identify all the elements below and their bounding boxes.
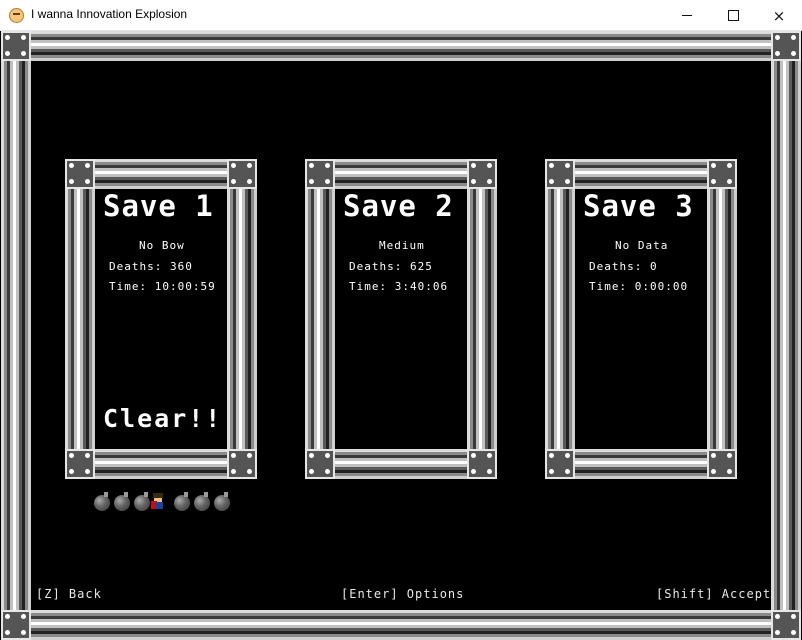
slot-corner-bolt <box>305 449 335 479</box>
window-title-bar: I wanna Innovation Explosion × <box>0 0 802 31</box>
save-slot-2[interactable]: Save 2 Medium Deaths: 625 Time: 3:40:06 <box>305 159 497 479</box>
save-time: Time: 10:00:59 <box>109 280 216 293</box>
slot-corner-bolt <box>467 449 497 479</box>
slot-frame-left <box>545 159 575 479</box>
bomb-icon <box>174 492 190 511</box>
slot-corner-bolt <box>65 449 95 479</box>
outer-frame-bottom <box>1 610 801 640</box>
save-time: Time: 0:00:00 <box>589 280 689 293</box>
outer-frame-top <box>1 31 801 61</box>
save-slot-1[interactable]: Save 1 No Bow Deaths: 360 Time: 10:00:59… <box>65 159 257 479</box>
outer-frame-left <box>1 31 31 640</box>
minimize-button[interactable] <box>664 0 710 31</box>
save-deaths: Deaths: 0 <box>589 260 658 273</box>
close-icon: × <box>772 6 786 25</box>
bomb-icon <box>114 492 130 511</box>
slot-corner-bolt <box>65 159 95 189</box>
options-hint[interactable]: [Enter] Options <box>341 587 464 601</box>
maximize-button[interactable] <box>710 0 756 31</box>
outer-frame-right <box>771 31 801 640</box>
bomb-icon <box>214 492 230 511</box>
slot-corner-bolt <box>707 159 737 189</box>
bomb-icon <box>194 492 210 511</box>
bomb-icon <box>94 492 110 511</box>
save-slot-3[interactable]: Save 3 No Data Deaths: 0 Time: 0:00:00 <box>545 159 737 479</box>
slot-corner-bolt <box>467 159 497 189</box>
slot-corner-bolt <box>227 449 257 479</box>
slot-corner-bolt <box>545 449 575 479</box>
back-hint[interactable]: [Z] Back <box>36 587 102 601</box>
minimize-icon <box>682 15 692 16</box>
save-deaths: Deaths: 625 <box>349 260 433 273</box>
slot-frame-right <box>707 159 737 479</box>
game-screen: Save 1 No Bow Deaths: 360 Time: 10:00:59… <box>1 31 801 640</box>
app-face-icon <box>9 8 24 23</box>
accept-hint[interactable]: [Shift] Accept <box>656 587 771 601</box>
slot-frame-left <box>305 159 335 479</box>
save-difficulty: No Data <box>615 239 669 252</box>
frame-corner-bolt <box>1 31 31 61</box>
save-title: Save 3 <box>583 189 694 223</box>
save-difficulty: Medium <box>379 239 425 252</box>
frame-corner-bolt <box>1 610 31 640</box>
slot-frame-right <box>227 159 257 479</box>
frame-corner-bolt <box>771 31 801 61</box>
save-1-item-row <box>94 492 234 513</box>
slot-corner-bolt <box>227 159 257 189</box>
slot-corner-bolt <box>305 159 335 189</box>
maximize-icon <box>727 10 739 21</box>
slot-corner-bolt <box>545 159 575 189</box>
save-time: Time: 3:40:06 <box>349 280 449 293</box>
save-difficulty: No Bow <box>139 239 185 252</box>
window-title: I wanna Innovation Explosion <box>31 7 188 21</box>
slot-corner-bolt <box>707 449 737 479</box>
close-button[interactable]: × <box>756 0 802 31</box>
bomb-icon <box>134 492 150 511</box>
slot-frame-left <box>65 159 95 479</box>
save-deaths: Deaths: 360 <box>109 260 193 273</box>
save-title: Save 2 <box>343 189 454 223</box>
save-clear-status: Clear!! <box>103 404 223 433</box>
kid-character-icon <box>151 493 165 509</box>
frame-corner-bolt <box>771 610 801 640</box>
save-title: Save 1 <box>103 189 214 223</box>
slot-frame-right <box>467 159 497 479</box>
